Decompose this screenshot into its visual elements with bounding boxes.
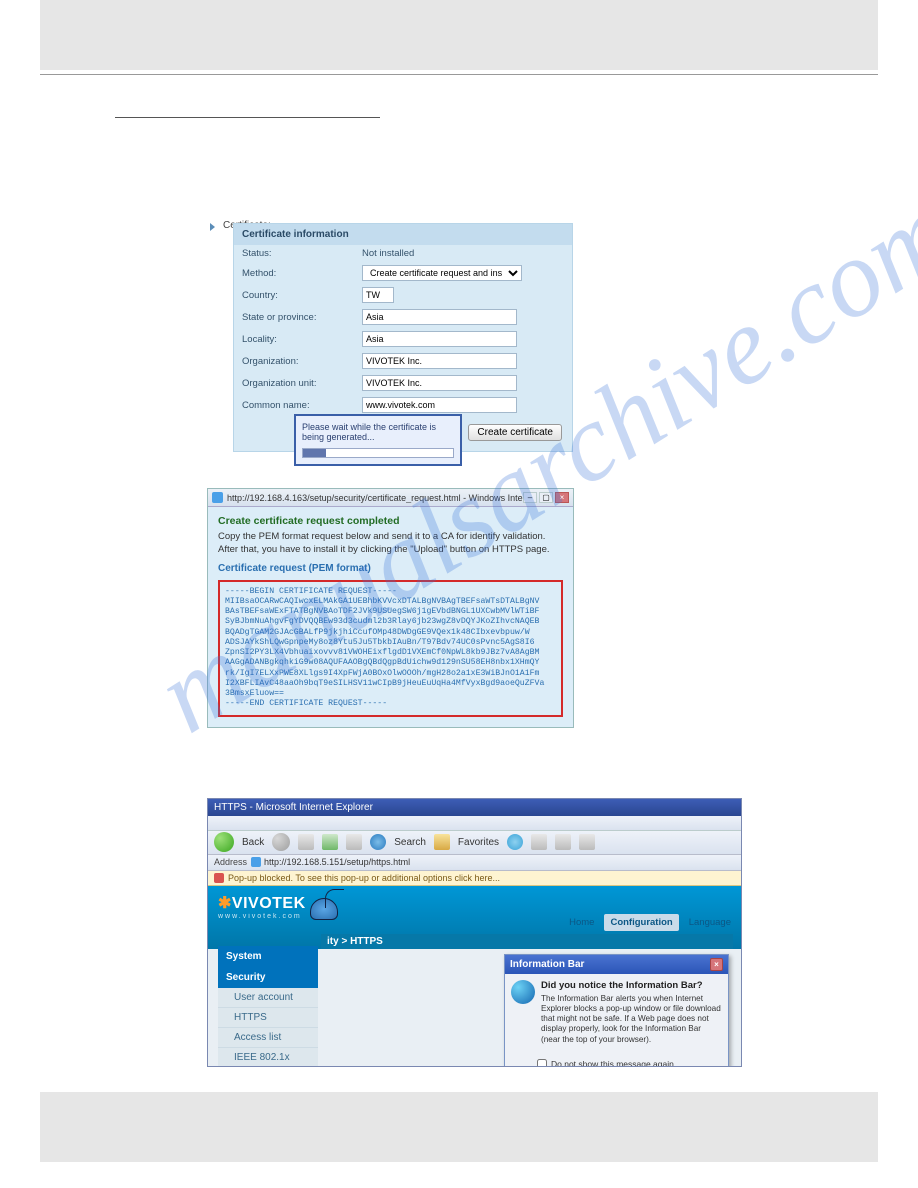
organization-unit-input[interactable] <box>362 375 517 391</box>
state-label: State or province: <box>242 312 362 323</box>
forward-icon[interactable] <box>272 833 290 851</box>
print-icon[interactable] <box>555 834 571 850</box>
brand-sub: www.vivotek.com <box>218 913 306 920</box>
address-value[interactable]: http://192.168.5.151/setup/https.html <box>264 857 410 867</box>
dialog-question: Did you notice the Information Bar? <box>541 980 722 991</box>
locality-label: Locality: <box>242 334 362 345</box>
top-tabs: Home Configuration Language <box>563 914 737 931</box>
footer-bar <box>40 1092 878 1162</box>
window-titlebar: http://192.168.4.163/setup/security/cert… <box>208 489 573 507</box>
https-ie-screenshot: HTTPS - Microsoft Internet Explorer Back… <box>207 798 742 1067</box>
pem-instruction: Copy the PEM format request below and se… <box>218 531 563 557</box>
ie-window-title: HTTPS - Microsoft Internet Explorer <box>208 799 741 816</box>
globe-icon <box>511 980 535 1004</box>
certificate-info-header: Certificate information <box>234 224 572 245</box>
state-input[interactable] <box>362 309 517 325</box>
brand-name: ✱VIVOTEK <box>218 893 306 913</box>
dont-show-checkbox[interactable] <box>537 1059 547 1067</box>
organization-unit-label: Organization unit: <box>242 378 362 389</box>
popup-blocked-text: Pop-up blocked. To see this pop-up or ad… <box>228 873 500 883</box>
create-certificate-button[interactable]: Create certificate <box>468 424 562 441</box>
popup-blocked-bar[interactable]: Pop-up blocked. To see this pop-up or ad… <box>208 871 741 886</box>
sidebar-item-user-account[interactable]: User account <box>218 988 318 1008</box>
pem-heading: Create certificate request completed <box>218 515 563 527</box>
mail-icon[interactable] <box>531 834 547 850</box>
section-title <box>115 105 918 123</box>
sidebar: System Security User account HTTPS Acces… <box>218 946 318 1067</box>
dialog-title: Information Bar <box>510 959 584 970</box>
sidebar-item-ieee[interactable]: IEEE 802.1x <box>218 1048 318 1067</box>
maximize-button[interactable]: ▢ <box>539 492 553 503</box>
ie-toolbar: Back Search Favorites <box>208 831 741 855</box>
sidebar-item-https[interactable]: HTTPS <box>218 1008 318 1028</box>
sidebar-item-system[interactable]: System <box>218 946 318 967</box>
dialog-close-button[interactable]: × <box>710 958 723 971</box>
tab-home[interactable]: Home <box>563 914 600 931</box>
country-label: Country: <box>242 290 362 301</box>
search-label[interactable]: Search <box>394 837 426 848</box>
edit-icon[interactable] <box>579 834 595 850</box>
dont-show-row: Do not show this message again <box>537 1059 728 1067</box>
sidebar-item-security[interactable]: Security <box>218 967 318 988</box>
information-bar-dialog: Information Bar × Did you notice the Inf… <box>504 954 729 1067</box>
stop-icon[interactable] <box>298 834 314 850</box>
ie-address-bar: Address http://192.168.5.151/setup/https… <box>208 855 741 871</box>
search-icon[interactable] <box>370 834 386 850</box>
tab-language[interactable]: Language <box>683 914 737 931</box>
refresh-icon[interactable] <box>322 834 338 850</box>
address-label: Address <box>214 857 247 867</box>
organization-input[interactable] <box>362 353 517 369</box>
pem-text-box: -----BEGIN CERTIFICATE REQUEST----- MIIB… <box>218 580 563 717</box>
pem-page-body: Create certificate request completed Cop… <box>208 507 573 727</box>
status-value: Not installed <box>362 248 414 259</box>
locality-input[interactable] <box>362 331 517 347</box>
dialog-titlebar: Information Bar × <box>505 955 728 974</box>
common-name-input[interactable] <box>362 397 517 413</box>
address-favicon-icon <box>251 857 261 867</box>
common-name-label: Common name: <box>242 400 362 411</box>
pem-request-window: http://192.168.4.163/setup/security/cert… <box>207 488 574 728</box>
method-label: Method: <box>242 268 362 279</box>
progress-bar-fill <box>303 449 326 457</box>
tab-configuration[interactable]: Configuration <box>604 914 678 931</box>
history-icon[interactable] <box>507 834 523 850</box>
favorites-icon[interactable] <box>434 834 450 850</box>
favicon-icon <box>212 492 223 503</box>
dialog-message: The Information Bar alerts you when Inte… <box>541 994 722 1045</box>
certificate-info-panel: Certificate information Status: Not inst… <box>233 223 573 452</box>
page-body: ✱VIVOTEK www.vivotek.com Home Configurat… <box>208 886 741 1066</box>
pem-subheading: Certificate request (PEM format) <box>218 563 563 574</box>
home-icon[interactable] <box>346 834 362 850</box>
ie-menubar[interactable] <box>208 816 741 831</box>
dont-show-label: Do not show this message again <box>551 1059 674 1067</box>
header-bar <box>40 0 878 70</box>
collapse-caret-icon[interactable] <box>210 223 215 231</box>
back-label[interactable]: Back <box>242 837 264 848</box>
country-input[interactable] <box>362 287 394 303</box>
breadcrumb: ity > HTTPS <box>321 934 733 949</box>
minimize-button[interactable]: ‒ <box>523 492 537 503</box>
organization-label: Organization: <box>242 356 362 367</box>
section-underline <box>115 117 380 118</box>
progress-bar <box>302 448 454 458</box>
sidebar-item-access-list[interactable]: Access list <box>218 1028 318 1048</box>
dialog-body: Did you notice the Information Bar? The … <box>505 974 728 1051</box>
status-label: Status: <box>242 248 362 259</box>
mouse-cursor-illustration-icon <box>310 898 338 920</box>
favorites-label[interactable]: Favorites <box>458 837 499 848</box>
header-divider <box>40 74 878 75</box>
please-wait-dialog: Please wait while the certificate is bei… <box>294 414 462 466</box>
popup-blocked-icon <box>214 873 224 883</box>
back-icon[interactable] <box>214 832 234 852</box>
certificate-form-screenshot: Certificate: Certificate information Sta… <box>207 223 577 452</box>
window-title: http://192.168.4.163/setup/security/cert… <box>227 493 523 503</box>
pem-text[interactable]: -----BEGIN CERTIFICATE REQUEST----- MIIB… <box>225 587 556 710</box>
please-wait-text: Please wait while the certificate is bei… <box>302 422 454 442</box>
method-select[interactable]: Create certificate request and install <box>362 265 522 281</box>
brand-logo: ✱VIVOTEK www.vivotek.com <box>218 893 306 920</box>
close-button[interactable]: × <box>555 492 569 503</box>
